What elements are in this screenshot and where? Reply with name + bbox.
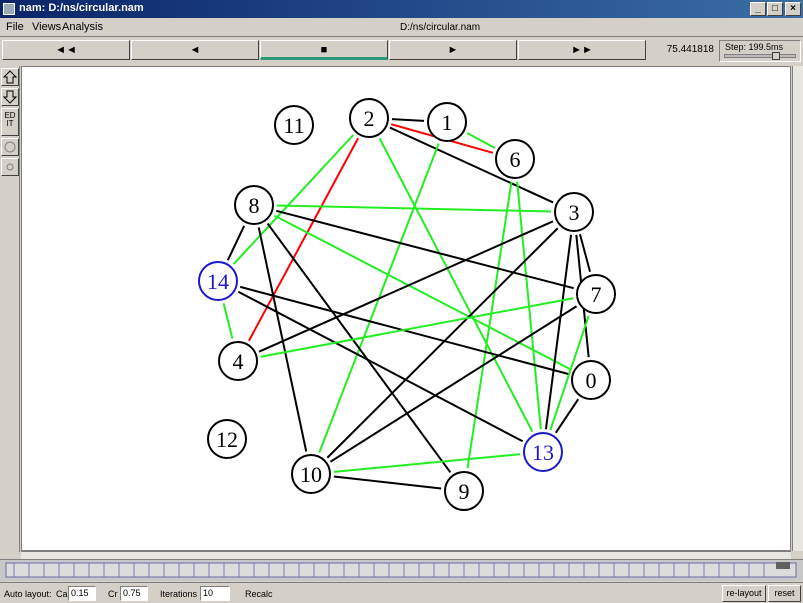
zoom-out-icon[interactable] bbox=[1, 88, 19, 106]
relayout-button[interactable]: re-layout bbox=[722, 585, 766, 602]
node-9[interactable]: 9 bbox=[444, 471, 484, 511]
link-2-4[interactable] bbox=[248, 137, 359, 342]
maximize-button[interactable]: □ bbox=[767, 2, 783, 16]
step-label: Step: 199.5ms bbox=[725, 42, 784, 52]
link-8-10[interactable] bbox=[257, 227, 308, 452]
play-button[interactable]: ► bbox=[389, 40, 517, 60]
node-10[interactable]: 10 bbox=[291, 454, 331, 494]
stop-button[interactable]: ■ bbox=[260, 40, 388, 60]
node-label: 9 bbox=[459, 479, 470, 504]
cr-input[interactable]: 0.75 bbox=[120, 586, 148, 601]
auto-layout-label: Auto layout: bbox=[4, 589, 52, 599]
node-0[interactable]: 0 bbox=[571, 360, 611, 400]
menu-file[interactable]: File bbox=[6, 21, 24, 33]
node-8[interactable]: 8 bbox=[234, 185, 274, 225]
node-2[interactable]: 2 bbox=[349, 98, 389, 138]
network-graph: 11 2 1 6 8 3 14 7 4 0 12 13 10 9 bbox=[198, 98, 616, 511]
left-toolbar: ED IT bbox=[0, 66, 20, 552]
node-11[interactable]: 11 bbox=[274, 105, 314, 145]
step-back-button[interactable]: ◄ bbox=[131, 40, 259, 60]
link-10-13[interactable] bbox=[333, 453, 521, 473]
menu-analysis[interactable]: Analysis bbox=[62, 21, 103, 33]
node-label: 0 bbox=[586, 368, 597, 393]
recalc-button[interactable]: Recalc bbox=[245, 589, 273, 599]
node-label: 3 bbox=[569, 200, 580, 225]
link-14-4[interactable] bbox=[222, 303, 234, 339]
link-8-9[interactable] bbox=[266, 222, 452, 474]
timeline-slider[interactable] bbox=[0, 559, 803, 581]
node-label: 11 bbox=[283, 113, 304, 138]
node-12[interactable]: 12 bbox=[207, 419, 247, 459]
rewind-button[interactable]: ◄◄ bbox=[2, 40, 130, 60]
step-slider-track[interactable] bbox=[724, 54, 796, 58]
vertical-scrollbar[interactable] bbox=[792, 66, 803, 551]
app-icon bbox=[3, 3, 15, 15]
link-6-9[interactable] bbox=[466, 181, 513, 469]
circle-tool-icon[interactable] bbox=[1, 138, 19, 156]
link-3-13[interactable] bbox=[544, 234, 573, 430]
node-label: 8 bbox=[249, 193, 260, 218]
file-path-label: D:/ns/circular.nam bbox=[400, 22, 481, 33]
ca-label: Ca bbox=[56, 589, 68, 599]
timeline-ticks bbox=[5, 562, 797, 578]
node-1[interactable]: 1 bbox=[427, 102, 467, 142]
node-7[interactable]: 7 bbox=[576, 274, 616, 314]
fast-forward-button[interactable]: ►► bbox=[518, 40, 646, 60]
node-label: 10 bbox=[300, 462, 322, 487]
node-label: 14 bbox=[207, 269, 229, 294]
playback-controls: ◄◄ ◄ ■ ► ►► 75.441818 Step: 199.5ms bbox=[0, 38, 803, 64]
node-14[interactable]: 14 bbox=[198, 261, 238, 301]
step-slider-thumb[interactable] bbox=[772, 52, 780, 60]
node-label: 2 bbox=[364, 106, 375, 131]
zoom-in-icon[interactable] bbox=[1, 68, 19, 86]
node-4[interactable]: 4 bbox=[218, 341, 258, 381]
menu-bar: File Views Analysis D:/ns/circular.nam bbox=[0, 18, 803, 37]
link-3-7[interactable] bbox=[578, 233, 592, 273]
node-label: 12 bbox=[216, 427, 238, 452]
node-label: 7 bbox=[591, 282, 602, 307]
minimize-button[interactable]: _ bbox=[750, 2, 766, 16]
link-8-7[interactable] bbox=[276, 209, 574, 290]
window-title: nam: D:/ns/circular.nam bbox=[19, 2, 144, 14]
network-canvas[interactable]: 11 2 1 6 8 3 14 7 4 0 12 13 10 9 bbox=[21, 66, 791, 551]
node-label: 1 bbox=[442, 110, 453, 135]
edit-button[interactable]: ED IT bbox=[1, 108, 19, 136]
horizontal-scrollbar[interactable] bbox=[21, 551, 791, 559]
node-3[interactable]: 3 bbox=[554, 192, 594, 232]
ca-input[interactable]: 0.15 bbox=[68, 586, 96, 601]
iterations-input[interactable]: 10 bbox=[200, 586, 230, 601]
dot-tool-icon[interactable] bbox=[1, 158, 19, 176]
iterations-label: Iterations bbox=[160, 589, 198, 599]
close-button[interactable]: × bbox=[785, 2, 801, 16]
nam-window: nam: D:/ns/circular.nam _ □ × File Views… bbox=[0, 0, 803, 603]
step-control: Step: 199.5ms bbox=[719, 40, 801, 62]
node-label: 4 bbox=[233, 349, 244, 374]
cr-label: Cr bbox=[108, 589, 118, 599]
time-display: 75.441818 bbox=[666, 44, 714, 55]
node-label: 6 bbox=[510, 147, 521, 172]
status-bar: Auto layout: Ca 0.15 Cr 0.75 Iterations … bbox=[0, 582, 803, 603]
node-6[interactable]: 6 bbox=[495, 139, 535, 179]
title-bar: nam: D:/ns/circular.nam _ □ × bbox=[0, 0, 803, 18]
node-13[interactable]: 13 bbox=[523, 432, 563, 472]
node-label: 13 bbox=[532, 440, 554, 465]
menu-views[interactable]: Views bbox=[32, 21, 61, 33]
link-2-1[interactable] bbox=[391, 118, 425, 122]
reset-button[interactable]: reset bbox=[768, 585, 801, 602]
link-10-9[interactable] bbox=[333, 475, 442, 490]
